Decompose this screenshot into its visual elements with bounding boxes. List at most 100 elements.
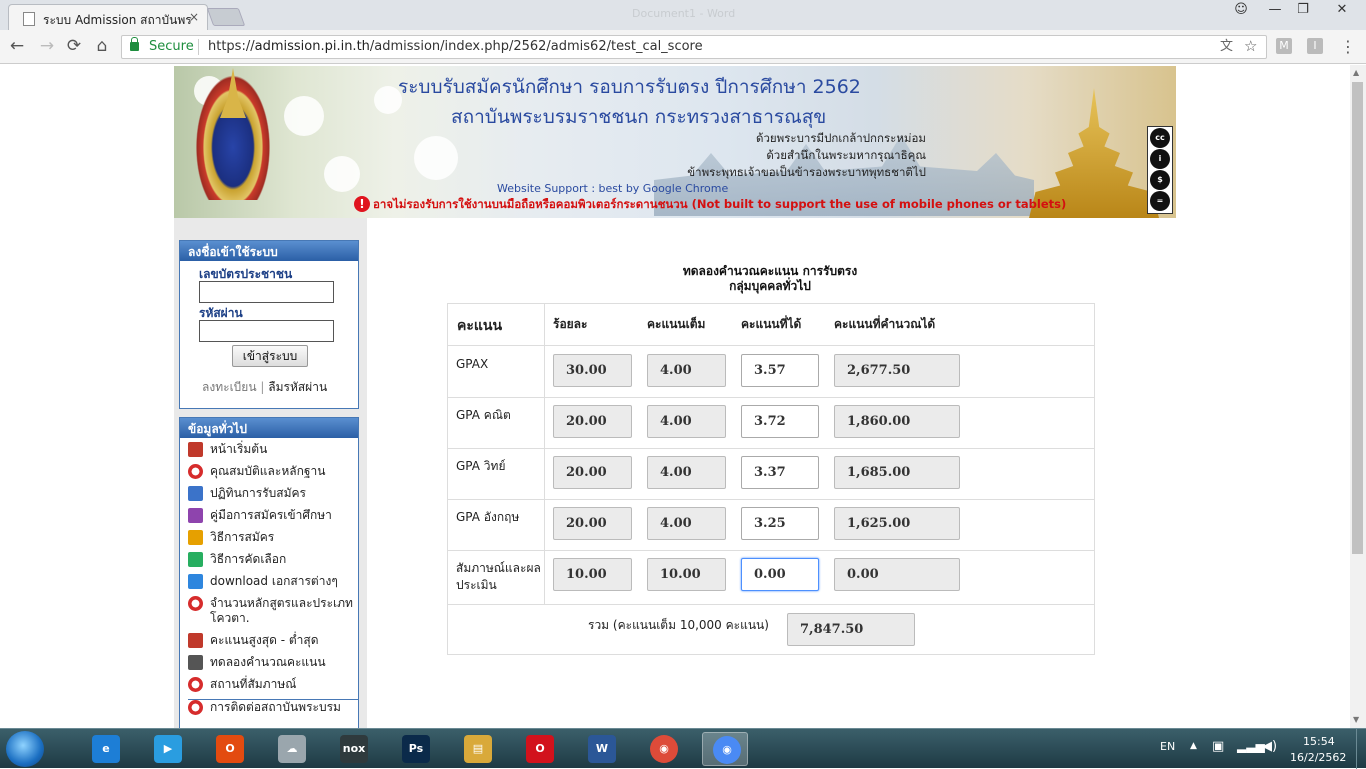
background-window-title: Document1 - Word	[632, 7, 736, 20]
info-menu-item[interactable]: ทดลองคำนวณคะแนน	[188, 655, 358, 670]
taskbar-app[interactable]: O	[206, 732, 252, 766]
books-icon	[188, 508, 203, 523]
url-scheme: https://	[208, 39, 255, 54]
score-row-label: สัมภาษณ์และผลประเมิน	[456, 561, 541, 592]
browser-menu-icon[interactable]: ⋮	[1340, 37, 1356, 56]
maximize-icon[interactable]: ❐	[1290, 0, 1316, 22]
mobile-warning-text: อาจไม่รองรับการใช้งานบนมือถือหรือคอมพิวเ…	[373, 197, 1067, 211]
address-bar[interactable]: Secure https://admission.pi.in.th/admiss…	[121, 35, 1267, 59]
info-menu-item[interactable]: วิธีการคัดเลือก	[188, 552, 358, 567]
obtained-score-input[interactable]: 3.57	[741, 354, 819, 387]
obtained-score-input[interactable]: 3.72	[741, 405, 819, 438]
scroll-up-icon[interactable]: ▲	[1353, 68, 1359, 77]
login-heading: ลงชื่อเข้าใช้ระบบ	[180, 241, 358, 261]
info-menu-label: สถานที่สัมภาษณ์	[210, 677, 297, 691]
register-link[interactable]: ลงทะเบียน	[202, 380, 257, 394]
extension-i-icon[interactable]: I	[1307, 38, 1323, 54]
taskbar-app[interactable]: ◉	[640, 732, 686, 766]
chrome-active-icon: ◉	[713, 736, 741, 764]
tray-device-icon[interactable]: ▣	[1212, 739, 1224, 754]
taskbar-app[interactable]: e	[82, 732, 128, 766]
volume-icon[interactable]: ◀)	[1262, 739, 1277, 754]
back-icon[interactable]: ←	[6, 36, 28, 56]
id-input[interactable]	[199, 281, 334, 303]
info-menu-item[interactable]: download เอกสารต่างๆ	[188, 574, 358, 589]
tray-expand-icon[interactable]: ▲	[1190, 741, 1197, 751]
info-menu-item[interactable]: วิธีการสมัคร	[188, 530, 358, 545]
header-score: คะแนน	[457, 318, 503, 334]
url-text[interactable]: https://admission.pi.in.th/admission/ind…	[208, 36, 703, 58]
taskbar-app[interactable]: ☁	[268, 732, 314, 766]
noncommercial-icon: $	[1150, 170, 1170, 190]
show-desktop-button[interactable]	[1356, 729, 1366, 769]
scroll-down-icon[interactable]: ▼	[1353, 715, 1359, 724]
url-path: /admission/index.php/2562/admis62/test_c…	[369, 39, 703, 54]
score-row-label: GPA วิทย์	[456, 459, 506, 473]
info-menu-label: ปฏิทินการรับสมัคร	[210, 486, 307, 500]
profile-icon[interactable]: ☺	[1230, 0, 1252, 22]
page-subtitle: กลุ่มบุคคลทั่วไป	[729, 279, 811, 293]
calculated-score-field: 0.00	[834, 558, 960, 591]
page-scrollbar[interactable]: ▲ ▼	[1350, 65, 1366, 728]
opera-icon: O	[526, 735, 554, 763]
obtained-score-input[interactable]: 3.25	[741, 507, 819, 540]
score-row-label: GPA คณิต	[456, 408, 511, 422]
creative-commons-badge: cc i $ =	[1147, 126, 1173, 214]
scrollbar-thumb[interactable]	[1352, 82, 1363, 554]
taskbar-app[interactable]: ◉	[702, 732, 748, 766]
obtained-score-input[interactable]: 3.37	[741, 456, 819, 489]
info-menu-label: การติดต่อสถาบันพระบรม	[210, 700, 341, 714]
password-input[interactable]	[199, 320, 334, 342]
info-menu-label: คุณสมบัติและหลักฐาน	[210, 464, 326, 478]
extension-m-icon[interactable]: M	[1276, 38, 1292, 54]
info-menu-item[interactable]: สถานที่สัมภาษณ์	[188, 677, 358, 692]
lock-icon	[130, 37, 139, 51]
header-calculated-score: คะแนนที่คำนวณได้	[834, 317, 936, 331]
info-menu-item[interactable]: การติดต่อสถาบันพระบรม	[188, 699, 358, 715]
new-tab-button[interactable]	[206, 8, 246, 26]
info-menu-label: คะแนนสูงสุด - ต่ำสุด	[210, 633, 319, 647]
info-menu-item[interactable]: หน้าเริ่มต้น	[188, 442, 358, 457]
login-box: ลงชื่อเข้าใช้ระบบ เลขบัตรประชาชน รหัสผ่า…	[179, 240, 359, 409]
browser-tab[interactable]: ระบบ Admission สถาบันพร ×	[8, 4, 208, 30]
taskbar-app[interactable]: ▶	[144, 732, 190, 766]
taskbar-app[interactable]: O	[516, 732, 562, 766]
bookmark-star-icon[interactable]: ☆	[1244, 35, 1257, 57]
network-icon[interactable]: ▂▃▅	[1237, 739, 1265, 753]
info-box: ข้อมูลทั่วไป หน้าเริ่มต้น คุณสมบัติและหลั…	[179, 417, 359, 728]
calculated-score-field: 1,625.00	[834, 507, 960, 540]
page-title: ทดลองคำนวณคะแนน การรับตรง	[682, 264, 858, 278]
tab-close-icon[interactable]: ×	[189, 10, 199, 24]
banner-verse-3: ข้าพระพุทธเจ้าขอเป็นข้ารองพระบาทพุทธชาติ…	[687, 165, 926, 179]
info-menu-item[interactable]: คู่มือการสมัครเข้าศึกษา	[188, 508, 358, 523]
info-menu-item[interactable]: ปฏิทินการรับสมัคร	[188, 486, 358, 501]
clock-date[interactable]: 16/2/2562	[1290, 751, 1346, 764]
forward-icon[interactable]: →	[36, 36, 58, 56]
login-button[interactable]: เข้าสู่ระบบ	[232, 345, 308, 367]
home-icon[interactable]: ⌂	[91, 36, 113, 56]
start-button[interactable]	[6, 731, 44, 767]
translate-icon[interactable]: 文	[1220, 36, 1233, 58]
attribution-icon: i	[1150, 149, 1170, 169]
language-indicator[interactable]: EN	[1160, 740, 1175, 753]
banner-title: ระบบรับสมัครนักศึกษา รอบการรับตรง ปีการศ…	[398, 76, 861, 98]
clock-time[interactable]: 15:54	[1303, 735, 1335, 748]
forgot-password-link[interactable]: ลืมรหัสผ่าน	[268, 380, 327, 394]
info-menu-item[interactable]: คุณสมบัติและหลักฐาน	[188, 464, 358, 479]
row-divider	[448, 550, 1094, 551]
taskbar-app[interactable]: nox	[330, 732, 376, 766]
info-menu-item[interactable]: จำนวนหลักสูตรและประเภทโควตา.	[188, 596, 358, 626]
taskbar-app[interactable]: Ps	[392, 732, 438, 766]
obtained-score-input[interactable]: 0.00	[741, 558, 819, 591]
minimize-icon[interactable]: —	[1262, 0, 1288, 22]
taskbar-app[interactable]: ▤	[454, 732, 500, 766]
secure-label: Secure	[149, 39, 194, 54]
window-close-icon[interactable]: ✕	[1326, 0, 1358, 22]
reload-icon[interactable]: ⟳	[63, 36, 85, 56]
percent-field: 10.00	[553, 558, 632, 591]
full-score-field: 4.00	[647, 405, 726, 438]
info-menu-item[interactable]: คะแนนสูงสุด - ต่ำสุด	[188, 633, 358, 648]
percent-field: 20.00	[553, 456, 632, 489]
window-icon	[188, 574, 203, 589]
taskbar-app[interactable]: W	[578, 732, 624, 766]
